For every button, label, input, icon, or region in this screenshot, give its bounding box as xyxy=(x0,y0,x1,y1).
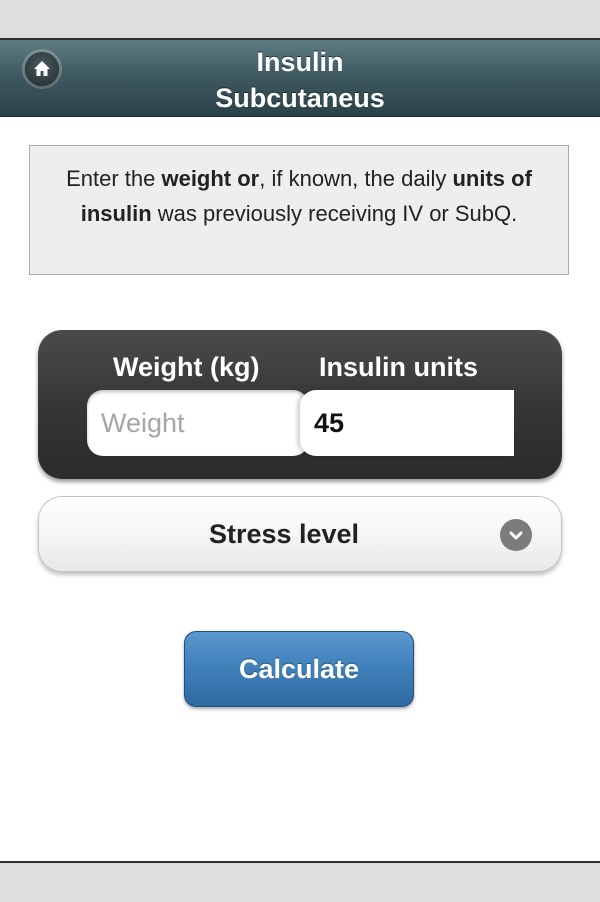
instructions-bold-1: weight or xyxy=(161,166,260,191)
calculate-button[interactable]: Calculate xyxy=(184,631,414,707)
stress-level-label: Stress level xyxy=(208,519,360,549)
home-icon xyxy=(34,61,50,76)
stress-level-select[interactable]: Stress level xyxy=(38,496,562,572)
instructions-text-2: , if known, the daily xyxy=(259,166,453,191)
input-panel: Weight (kg) Insulin units xyxy=(38,330,562,479)
chevron-down-icon xyxy=(500,519,532,551)
bottom-bar xyxy=(0,861,600,902)
top-bar xyxy=(0,0,600,40)
instructions-box: Enter the weight or, if known, the daily… xyxy=(29,145,569,275)
insulin-units-label: Insulin units xyxy=(319,352,478,382)
page-title-line2: Subcutaneus xyxy=(215,83,385,113)
header-bar: Insulin Subcutaneus xyxy=(0,40,600,117)
instructions-text-1: Enter the xyxy=(66,166,162,191)
insulin-units-input[interactable] xyxy=(300,390,514,456)
weight-label: Weight (kg) xyxy=(113,352,260,382)
weight-input[interactable] xyxy=(87,390,309,456)
home-button[interactable] xyxy=(25,52,59,86)
instructions-text-3: was previously receiving IV or SubQ. xyxy=(151,201,518,226)
page-title-line1: Insulin xyxy=(256,47,344,77)
page-title: Insulin Subcutaneus xyxy=(140,44,460,116)
